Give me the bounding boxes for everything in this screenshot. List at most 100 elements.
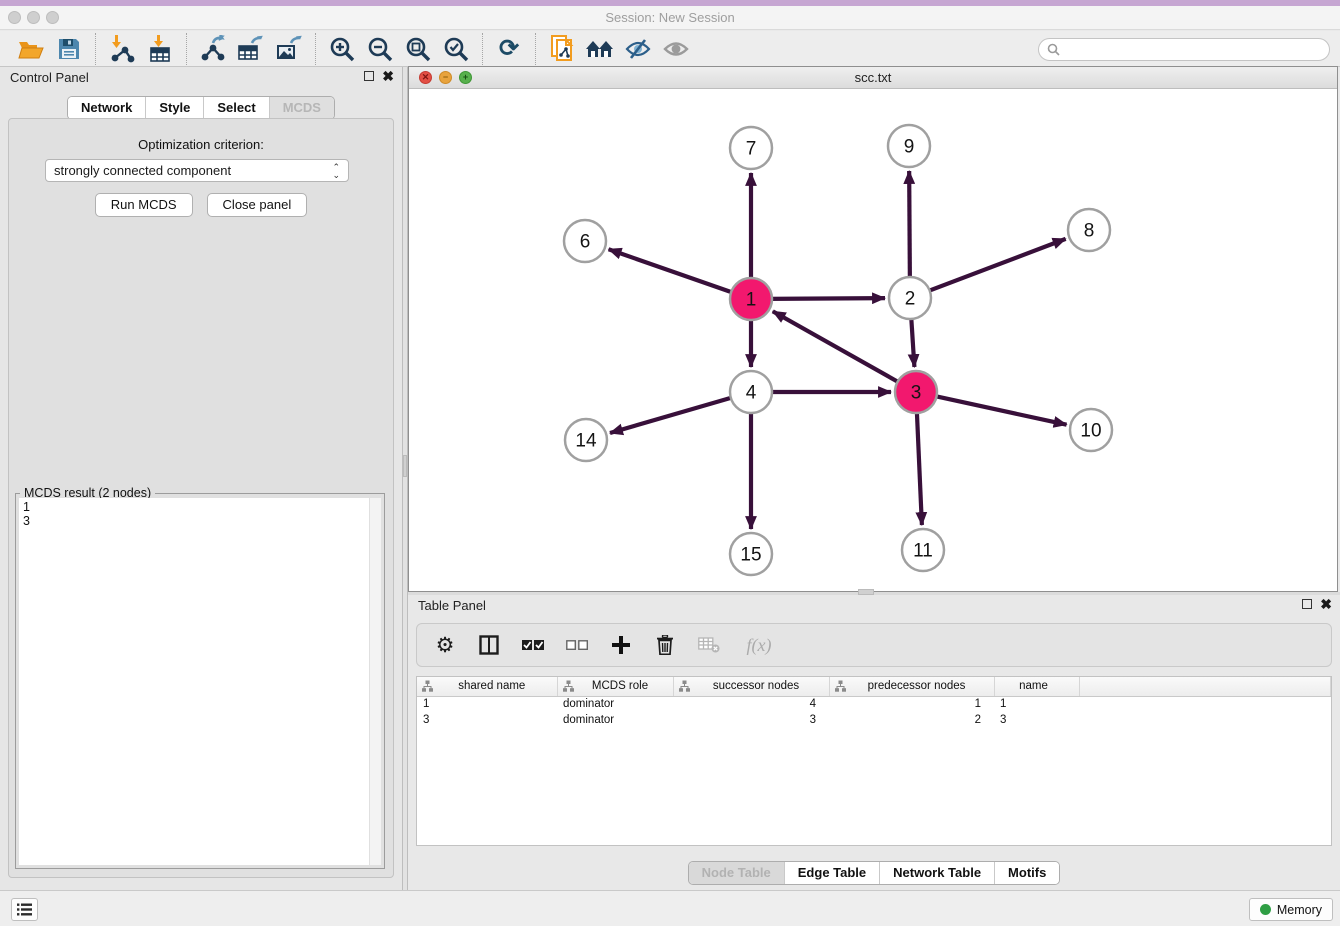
chevron-up-down-icon: ⌃⌄: [332, 163, 340, 179]
mcds-result-text[interactable]: 1 3: [19, 498, 369, 865]
table-row[interactable]: 1dominator411: [417, 696, 1331, 712]
edge-3-1[interactable]: [773, 311, 901, 383]
table-cell[interactable]: 3: [417, 712, 557, 728]
table-cell[interactable]: 3: [673, 712, 829, 728]
hide-selected-eye-icon[interactable]: [619, 33, 657, 65]
delete-table-icon[interactable]: [697, 632, 721, 658]
optimization-criterion-select[interactable]: strongly connected component ⌃⌄: [45, 159, 349, 182]
open-session-icon[interactable]: [12, 33, 50, 65]
zoom-out-icon[interactable]: [361, 33, 399, 65]
edge-2-8[interactable]: [926, 239, 1066, 292]
select-all-icon[interactable]: [521, 632, 545, 658]
node-label-6: 6: [580, 232, 591, 253]
table-cell[interactable]: 1: [994, 696, 1079, 712]
edge-2-9[interactable]: [909, 171, 910, 281]
deselect-all-icon[interactable]: [565, 632, 589, 658]
search-field[interactable]: [1038, 38, 1330, 61]
search-input[interactable]: [1065, 42, 1321, 58]
show-all-eye-icon[interactable]: [657, 33, 695, 65]
node-label-9: 9: [904, 137, 915, 158]
tab-select[interactable]: Select: [203, 97, 268, 119]
table-cell[interactable]: 4: [673, 696, 829, 712]
run-mcds-button[interactable]: Run MCDS: [95, 193, 193, 217]
network-window-titlebar[interactable]: ✕ − + scc.txt: [409, 67, 1337, 89]
column-header-name[interactable]: name: [994, 677, 1079, 696]
column-settings-gear-icon[interactable]: ⚙: [433, 632, 457, 658]
network-canvas[interactable]: 7968124314101511: [409, 90, 1337, 591]
tab-mcds[interactable]: MCDS: [269, 97, 334, 119]
tab-motifs[interactable]: Motifs: [994, 862, 1059, 884]
save-session-icon[interactable]: [50, 33, 88, 65]
refresh-icon[interactable]: ⟳: [490, 33, 528, 65]
zoom-selected-icon[interactable]: [437, 33, 475, 65]
edge-4-14[interactable]: [610, 397, 735, 433]
edge-2-3[interactable]: [911, 315, 914, 367]
edge-1-2[interactable]: [768, 298, 885, 299]
tab-node-table[interactable]: Node Table: [689, 862, 784, 884]
table-row[interactable]: 3dominator323: [417, 712, 1331, 728]
table-panel: Table Panel ✖ ⚙ f(x) shared nameMCDS rol…: [408, 595, 1340, 890]
toolbar-separator: [535, 33, 536, 65]
memory-label: Memory: [1277, 903, 1322, 917]
hierarchy-icon: [835, 680, 846, 692]
table-tabs: Node TableEdge TableNetwork TableMotifs: [688, 861, 1061, 885]
node-label-11: 11: [913, 541, 933, 562]
table-cell[interactable]: dominator: [557, 696, 673, 712]
function-builder-icon[interactable]: f(x): [741, 632, 777, 658]
network-view-window: ✕ − + scc.txt 7968124314101511: [408, 66, 1338, 592]
first-neighbors-icon[interactable]: [581, 33, 619, 65]
import-table-icon[interactable]: [141, 33, 179, 65]
table-cell[interactable]: 2: [829, 712, 994, 728]
task-history-button[interactable]: [11, 898, 38, 921]
result-scrollbar[interactable]: [369, 498, 381, 865]
edge-1-6[interactable]: [609, 249, 735, 293]
export-table-icon[interactable]: [232, 33, 270, 65]
table-cell[interactable]: 1: [829, 696, 994, 712]
table-toolbar: ⚙ f(x): [416, 623, 1332, 667]
close-panel-button[interactable]: Close panel: [207, 193, 308, 217]
table-cell[interactable]: dominator: [557, 712, 673, 728]
close-panel-icon[interactable]: ✖: [382, 71, 394, 81]
mcds-panel: Optimization criterion: strongly connect…: [8, 118, 394, 878]
import-network-icon[interactable]: [103, 33, 141, 65]
node-table: shared nameMCDS rolesuccessor nodesprede…: [416, 676, 1332, 846]
node-label-8: 8: [1084, 221, 1095, 242]
dropdown-value: strongly connected component: [54, 163, 231, 178]
mcds-result-group: MCDS result (2 nodes) 1 3: [15, 493, 385, 869]
node-label-14: 14: [575, 431, 597, 452]
edge-3-11[interactable]: [917, 409, 922, 525]
network-graph: 7968124314101511: [409, 90, 1337, 592]
node-label-1: 1: [746, 290, 757, 311]
edge-3-10[interactable]: [933, 396, 1067, 425]
column-header-shared-name[interactable]: shared name: [417, 677, 557, 696]
column-header-successor-nodes[interactable]: successor nodes: [673, 677, 829, 696]
splitter-handle[interactable]: [403, 455, 407, 477]
tab-style[interactable]: Style: [145, 97, 203, 119]
memory-button[interactable]: Memory: [1249, 898, 1333, 921]
status-bar: Memory: [0, 890, 1340, 926]
add-row-icon[interactable]: [609, 632, 633, 658]
zoom-fit-icon[interactable]: [399, 33, 437, 65]
optimization-criterion-label: Optimization criterion:: [9, 137, 393, 152]
tab-network[interactable]: Network: [68, 97, 145, 119]
delete-row-trash-icon[interactable]: [653, 632, 677, 658]
table-cell[interactable]: 1: [417, 696, 557, 712]
table-cell[interactable]: 3: [994, 712, 1079, 728]
memory-status-icon: [1260, 904, 1271, 915]
tab-edge-table[interactable]: Edge Table: [784, 862, 879, 884]
node-label-3: 3: [911, 383, 922, 404]
column-header-MCDS-role[interactable]: MCDS role: [557, 677, 673, 696]
duplicate-network-icon[interactable]: [543, 33, 581, 65]
table-panel-title: Table Panel: [418, 598, 486, 613]
export-network-icon[interactable]: [194, 33, 232, 65]
float-panel-icon[interactable]: [364, 71, 374, 81]
close-panel-icon[interactable]: ✖: [1320, 599, 1332, 609]
app-title: Session: New Session: [0, 10, 1340, 25]
export-image-icon[interactable]: [270, 33, 308, 65]
column-header-predecessor-nodes[interactable]: predecessor nodes: [829, 677, 994, 696]
float-panel-icon[interactable]: [1302, 599, 1312, 609]
app-titlebar: Session: New Session: [0, 6, 1340, 30]
tab-network-table[interactable]: Network Table: [879, 862, 994, 884]
toggle-columns-icon[interactable]: [477, 632, 501, 658]
zoom-in-icon[interactable]: [323, 33, 361, 65]
